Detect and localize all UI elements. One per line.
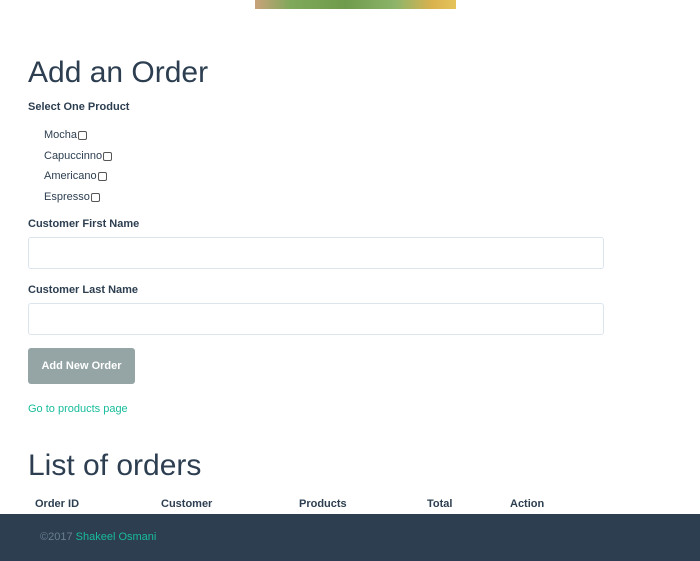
author-link[interactable]: Shakeel Osmani: [76, 531, 157, 543]
copyright-text: ©2017: [40, 531, 73, 543]
product-checkbox[interactable]: [103, 151, 113, 161]
last-name-label: Customer Last Name: [28, 284, 139, 296]
product-list: Mocha Capuccinno Americano Espresso: [44, 128, 113, 211]
orders-table-header: Order ID Customer Products Total Action: [0, 498, 700, 514]
column-products: Products: [299, 498, 347, 510]
column-customer: Customer: [161, 498, 213, 510]
product-option-americano[interactable]: Americano: [44, 169, 112, 190]
page-title: Add an Order: [28, 56, 209, 89]
column-action: Action: [510, 498, 545, 510]
product-option-mocha[interactable]: Mocha: [44, 128, 112, 149]
product-label: Capuccinno: [44, 149, 103, 162]
product-checkbox[interactable]: [97, 172, 107, 181]
select-product-label: Select One Product: [28, 101, 130, 113]
product-option-capuccinno[interactable]: Capuccinno: [44, 149, 113, 170]
first-name-input[interactable]: [28, 237, 604, 269]
product-label: Americano: [44, 170, 97, 182]
footer: ©2017 Shakeel Osmani: [0, 514, 700, 561]
product-checkbox[interactable]: [78, 131, 88, 140]
hero-image: [255, 0, 456, 9]
first-name-label: Customer First Name: [28, 218, 140, 230]
last-name-input[interactable]: [28, 303, 604, 335]
column-order-id: Order ID: [35, 498, 80, 510]
product-option-espresso[interactable]: Espresso: [44, 190, 112, 211]
product-label: Mocha: [44, 129, 78, 141]
footer-text: ©2017 Shakeel Osmani: [40, 531, 156, 543]
product-label: Espresso: [44, 190, 90, 203]
column-total: Total: [427, 498, 453, 510]
products-page-link[interactable]: Go to products page: [28, 403, 128, 415]
add-new-order-button[interactable]: Add New Order: [28, 348, 135, 384]
orders-title: List of orders: [28, 449, 202, 482]
product-checkbox[interactable]: [90, 192, 100, 202]
